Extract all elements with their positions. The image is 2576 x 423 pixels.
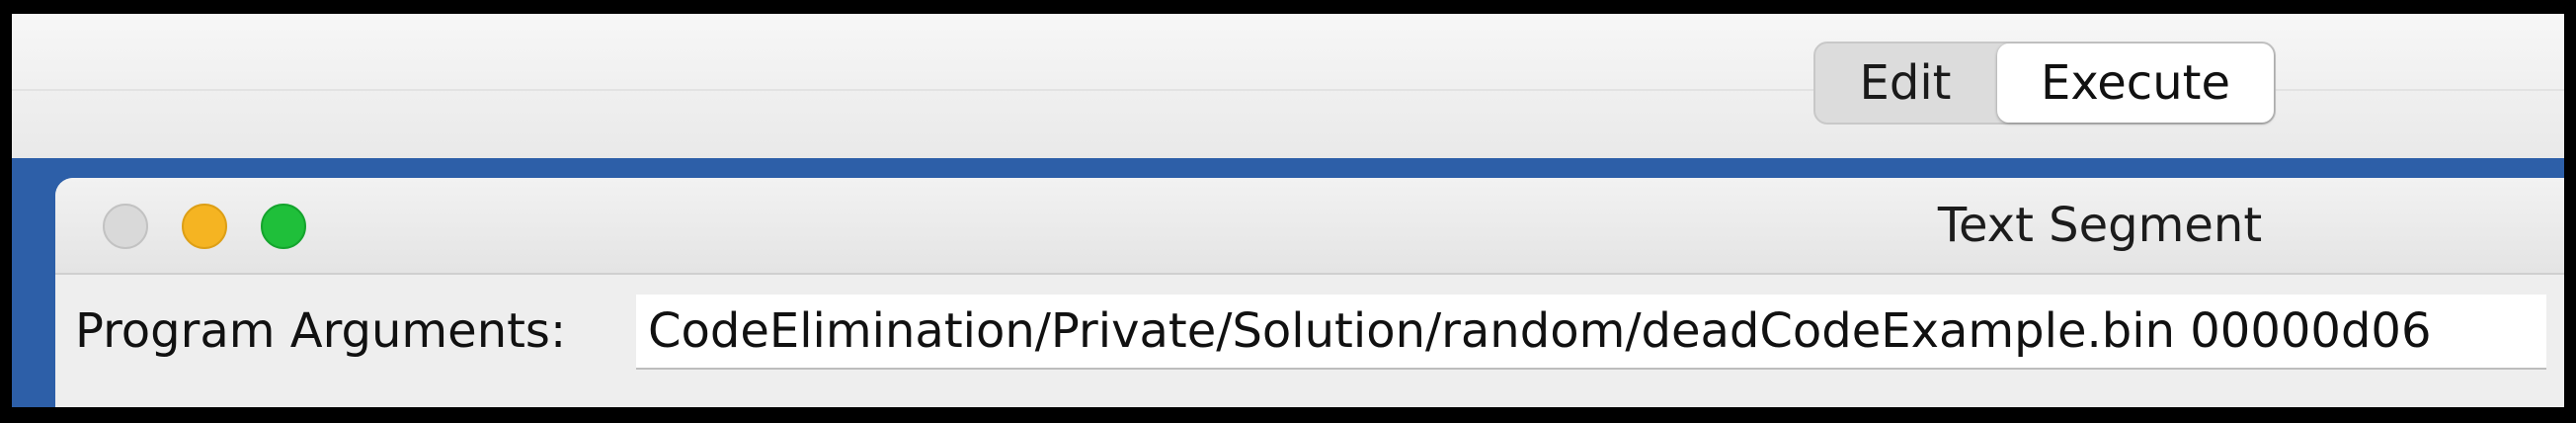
maximize-window-icon[interactable] bbox=[261, 204, 306, 249]
program-arguments-input[interactable] bbox=[636, 295, 2546, 370]
window-titlebar[interactable]: Text Segment bbox=[55, 178, 2564, 275]
program-arguments-label: Program Arguments: bbox=[75, 303, 567, 359]
edit-mode-button[interactable]: Edit bbox=[1815, 43, 1995, 123]
execute-mode-button[interactable]: Execute bbox=[1997, 43, 2274, 123]
mode-segmented-control: Edit Execute bbox=[1813, 42, 2276, 125]
main-toolbar: Edit Execute bbox=[12, 14, 2564, 158]
screen-frame: Edit Execute Text Segment Program Argume… bbox=[12, 14, 2564, 407]
minimize-window-icon[interactable] bbox=[182, 204, 227, 249]
window-content: Program Arguments: bbox=[55, 275, 2564, 407]
window-title: Text Segment bbox=[1937, 198, 2263, 253]
text-segment-window: Text Segment Program Arguments: bbox=[55, 178, 2564, 407]
close-window-icon[interactable] bbox=[103, 204, 148, 249]
